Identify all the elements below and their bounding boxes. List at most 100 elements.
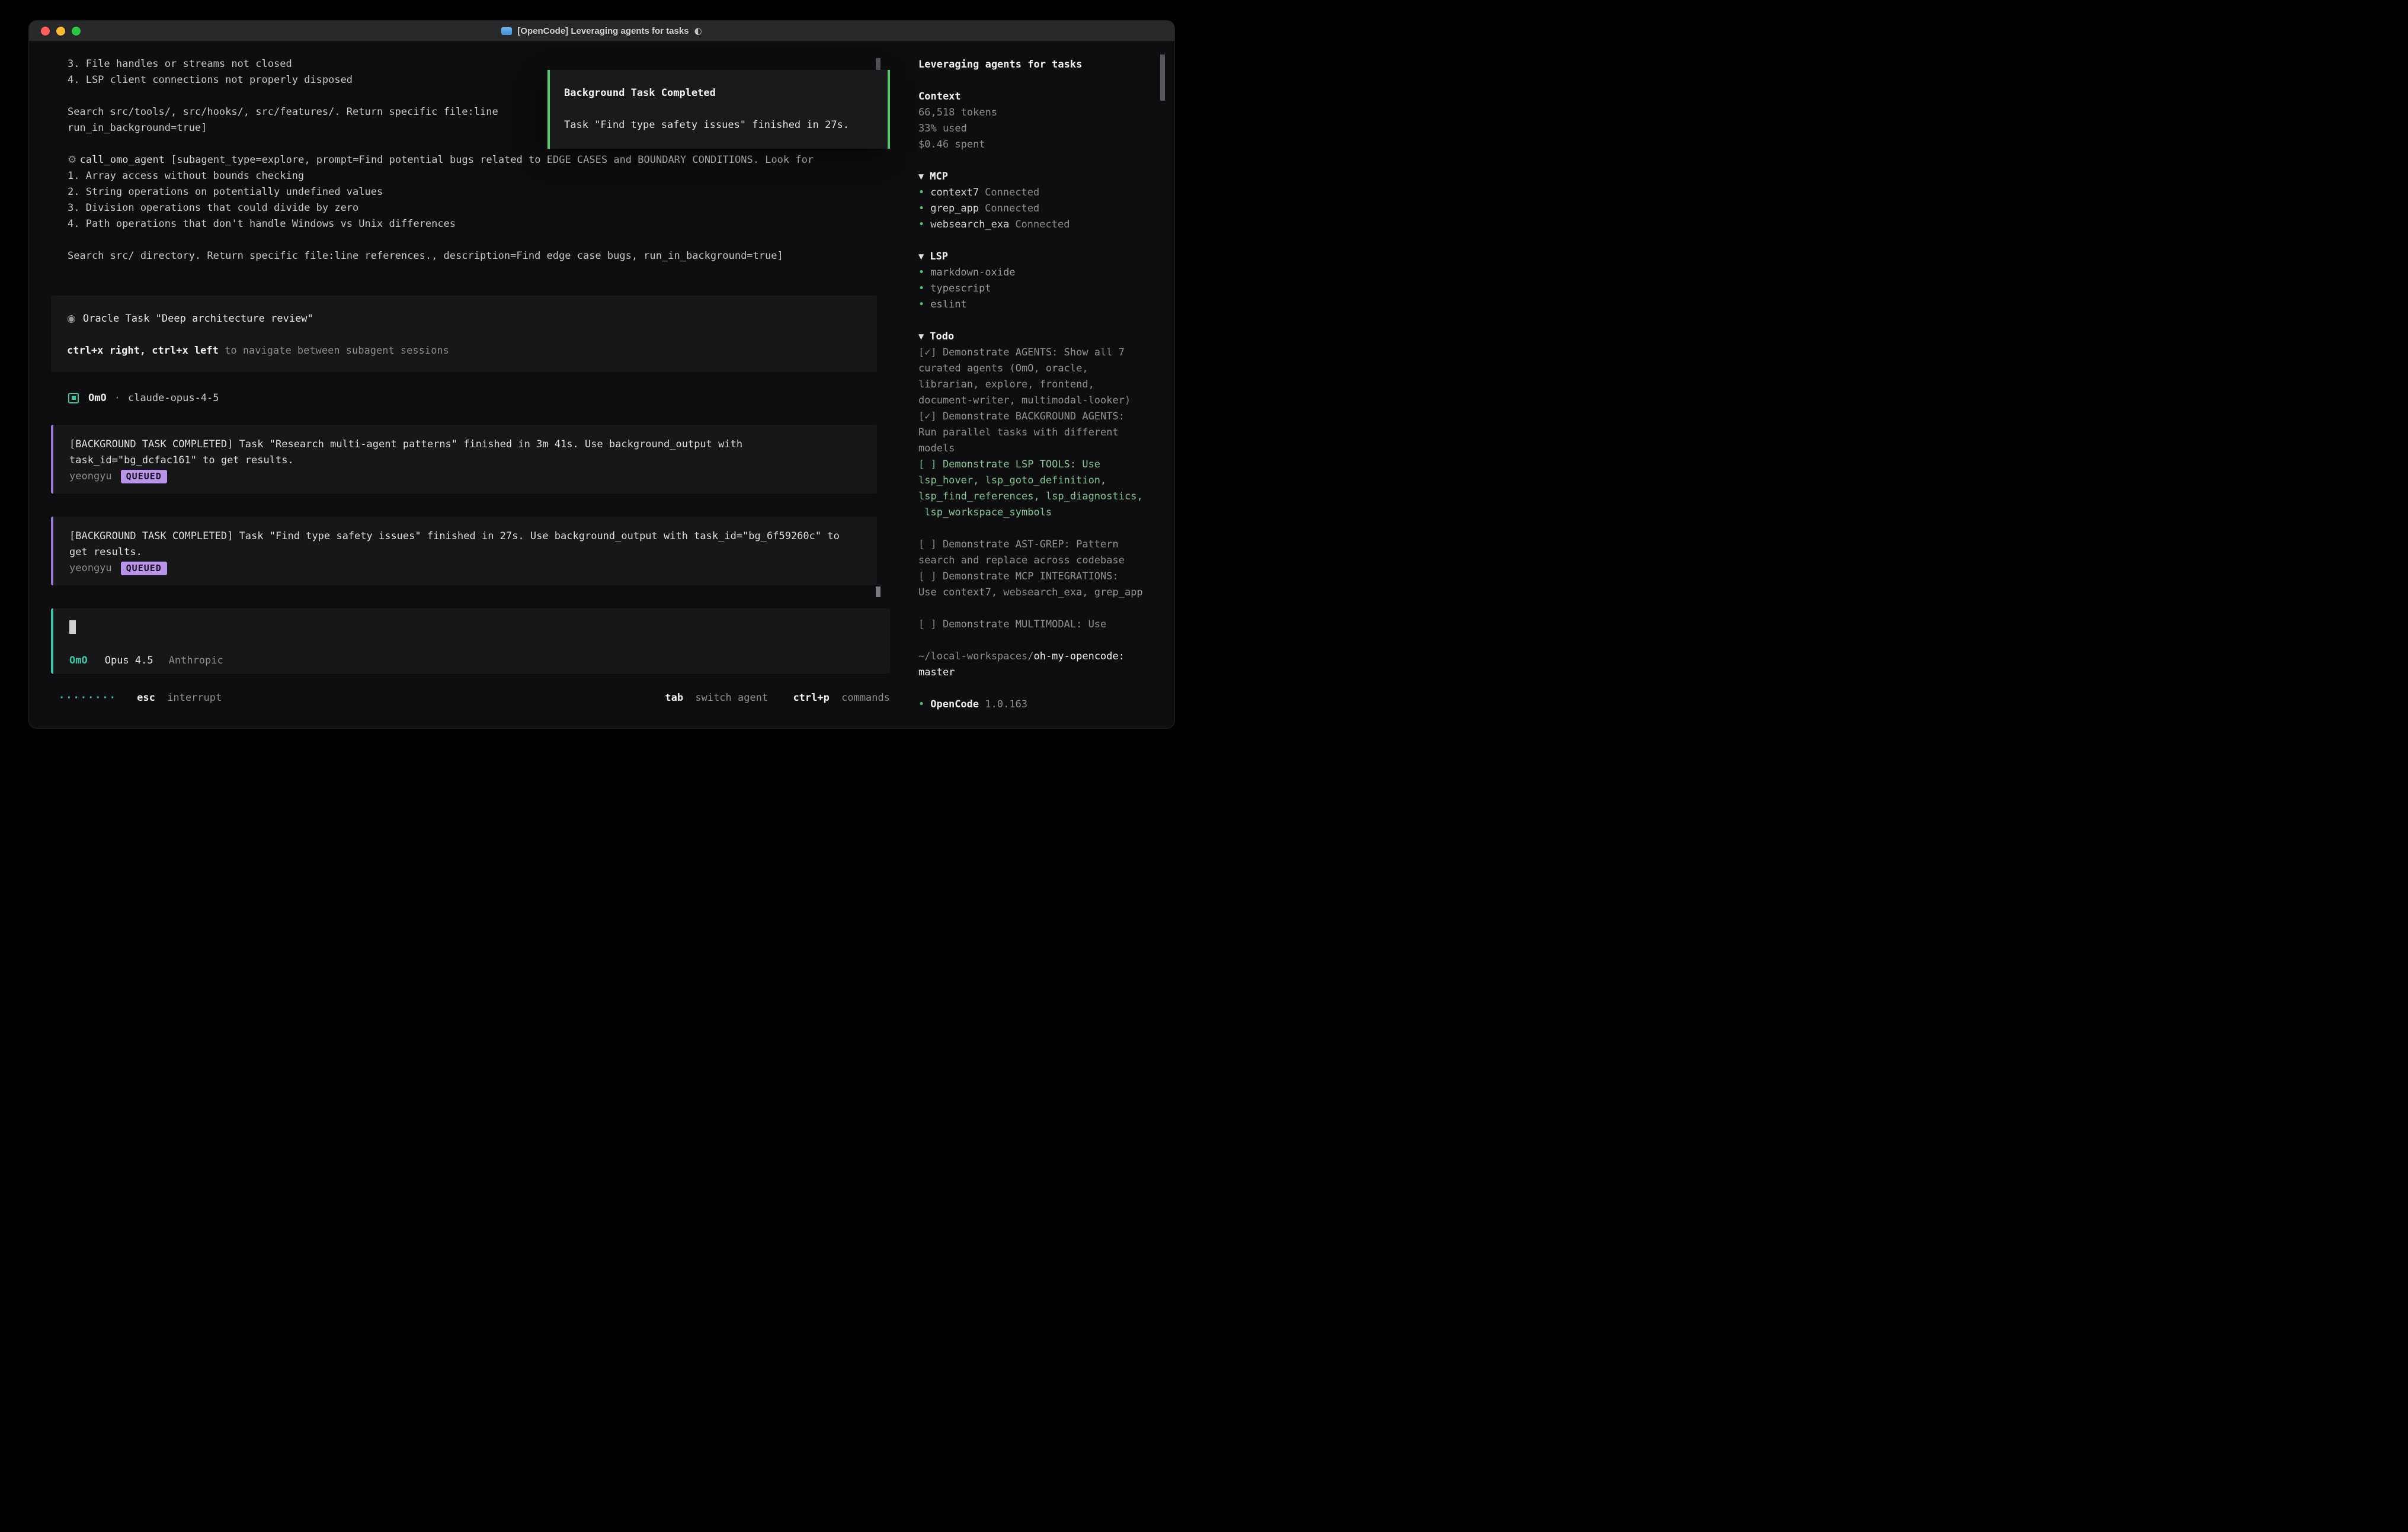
input-provider-name: Anthropic — [169, 655, 223, 666]
todo-item: [ ] Demonstrate MCP INTEGRATIONS:Use con… — [918, 569, 1174, 601]
todo-gap — [918, 601, 1174, 617]
context-heading: Context — [918, 89, 1174, 105]
background-task-toast[interactable]: Background Task Completed Task "Find typ… — [547, 70, 890, 149]
prompt-input[interactable]: OmO Opus 4.5 Anthropic — [51, 608, 890, 674]
lsp-item: •markdown-oxide — [918, 265, 1174, 281]
separator-dot: · — [114, 392, 120, 404]
agent-name: OmO — [88, 392, 107, 404]
gear-icon: ⚙ — [68, 154, 80, 166]
message-text: [BACKGROUND TASK COMPLETED] Task "Find t… — [69, 528, 863, 560]
todo-item: [✓] Demonstrate AGENTS: Show all 7curate… — [918, 345, 1174, 409]
bullet-icon: • — [918, 187, 924, 198]
todo-section-header[interactable]: ▼ Todo — [918, 329, 1174, 345]
scrollbar-marker[interactable] — [876, 586, 880, 597]
message-list: [BACKGROUND TASK COMPLETED] Task "Resear… — [29, 425, 890, 585]
mcp-server-name: context7 — [930, 187, 979, 198]
text-cursor — [69, 620, 76, 634]
close-window-button[interactable] — [41, 27, 50, 36]
mcp-item: •grep_appConnected — [918, 201, 1174, 217]
bullet-icon: • — [918, 283, 924, 294]
context-used: 33% used — [918, 121, 1174, 137]
todo-line: document-writer, multimodal-looker) — [918, 393, 1174, 409]
tab-key-hint: tab — [665, 692, 683, 704]
lsp-heading-label: LSP — [930, 251, 948, 262]
todo-line: [ ] Demonstrate AST-GREP: Pattern — [918, 537, 1174, 553]
message-footer: yeongyuQUEUED — [69, 469, 863, 485]
mcp-server-name: grep_app — [930, 203, 979, 214]
opencode-window: [OpenCode] Leveraging agents for tasks ◐… — [28, 20, 1175, 729]
todo-line: search and replace across codebase — [918, 553, 1174, 569]
output-line: 2. String operations on potentially unde… — [68, 184, 890, 200]
tool-call-line: ⚙ call_omo_agent [subagent_type=explore,… — [68, 152, 890, 168]
status-right: tab switch agent ctrl+p commands — [665, 692, 890, 704]
todo-list: [✓] Demonstrate AGENTS: Show all 7curate… — [918, 345, 1174, 633]
session-progress-icon: ◐ — [694, 25, 702, 36]
lsp-section-header[interactable]: ▼LSP — [918, 249, 1174, 265]
todo-line: [ ] Demonstrate LSP TOOLS: Use — [918, 457, 1174, 473]
lsp-item: •eslint — [918, 297, 1174, 313]
mcp-item: •websearch_exaConnected — [918, 217, 1174, 233]
chevron-down-icon: ▼ — [918, 332, 924, 341]
chevron-down-icon: ▼ — [918, 172, 924, 181]
git-branch: master — [918, 665, 1174, 681]
lsp-list: •markdown-oxide•typescript•eslint — [918, 265, 1174, 313]
ctrlp-key-label: commands — [841, 692, 890, 704]
window-titlebar[interactable]: [OpenCode] Leveraging agents for tasks ◐ — [29, 21, 1174, 41]
record-icon: ◉ — [67, 313, 76, 325]
workspace-path: ~/local-workspaces/oh-my-opencode: — [918, 649, 1174, 665]
lsp-server-name: eslint — [930, 299, 966, 310]
workspace-path-prefix: ~/local-workspaces/ — [918, 650, 1033, 662]
subagent-nav-keys: ctrl+x right, ctrl+x left — [67, 345, 219, 357]
todo-line: lsp_find_references, lsp_diagnostics, — [918, 489, 1174, 505]
opencode-version-line: •OpenCode 1.0.163 — [918, 697, 1174, 713]
ctrlp-key-hint: ctrl+p — [793, 692, 829, 704]
todo-gap — [918, 521, 1174, 537]
sidebar-scrollbar-thumb[interactable] — [1160, 55, 1165, 101]
subagent-nav-text: to navigate between subagent sessions — [219, 345, 449, 357]
oracle-task-panel: ◉Oracle Task "Deep architecture review" … — [51, 296, 877, 372]
bullet-icon: • — [918, 203, 924, 214]
background-task-message: [BACKGROUND TASK COMPLETED] Task "Find t… — [51, 517, 877, 585]
window-controls — [41, 21, 81, 41]
input-cursor-row[interactable] — [69, 618, 876, 637]
subagent-navigation-hint: ctrl+x right, ctrl+x left to navigate be… — [67, 343, 863, 359]
todo-item: [ ] Demonstrate AST-GREP: Patternsearch … — [918, 537, 1174, 569]
todo-line: [✓] Demonstrate AGENTS: Show all 7 — [918, 345, 1174, 361]
mcp-list: •context7Connected•grep_appConnected•web… — [918, 185, 1174, 233]
message-text: [BACKGROUND TASK COMPLETED] Task "Resear… — [69, 437, 863, 469]
output-line — [68, 232, 890, 248]
output-line: 1. Array access without bounds checking — [68, 168, 890, 184]
mcp-server-name: websearch_exa — [930, 219, 1009, 230]
toast-title: Background Task Completed — [564, 85, 873, 101]
terminal-tab-icon — [501, 27, 512, 35]
todo-line: models — [918, 441, 1174, 457]
status-bar: ········ esc interrupt tab switch agent … — [59, 690, 890, 706]
conversation-pane: 3. File handles or streams not closed4. … — [29, 41, 890, 728]
todo-item: [ ] Demonstrate LSP TOOLS: Uselsp_hover,… — [918, 457, 1174, 521]
bullet-icon: • — [918, 219, 924, 230]
bullet-icon: • — [918, 267, 924, 278]
session-title: Leveraging agents for tasks — [918, 57, 1174, 73]
todo-line: [✓] Demonstrate BACKGROUND AGENTS: — [918, 409, 1174, 425]
input-agent-name[interactable]: OmO — [69, 655, 88, 666]
mcp-server-status: Connected — [985, 187, 1039, 198]
window-title: [OpenCode] Leveraging agents for tasks ◐ — [501, 25, 702, 36]
mcp-section-header[interactable]: ▼ MCP — [918, 169, 1174, 185]
todo-heading-label: Todo — [930, 331, 954, 342]
workspace-repo-name: oh-my-opencode: — [1033, 650, 1125, 662]
status-left: ········ esc interrupt — [59, 692, 222, 704]
todo-item: [✓] Demonstrate BACKGROUND AGENTS:Run pa… — [918, 409, 1174, 457]
todo-line: curated agents (OmO, oracle, — [918, 361, 1174, 377]
minimize-window-button[interactable] — [56, 27, 65, 36]
queued-badge: QUEUED — [121, 562, 167, 575]
todo-item: [ ] Demonstrate MULTIMODAL: Use — [918, 617, 1174, 633]
zoom-window-button[interactable] — [72, 27, 81, 36]
opencode-version-number: 1.0.163 — [985, 698, 1027, 710]
lsp-server-name: typescript — [930, 283, 991, 294]
input-model-name[interactable]: Opus 4.5 — [105, 655, 153, 666]
output-line: 4. Path operations that don't handle Win… — [68, 216, 890, 232]
background-task-message: [BACKGROUND TASK COMPLETED] Task "Resear… — [51, 425, 877, 493]
mcp-heading-label: MCP — [930, 171, 948, 182]
esc-key-label: interrupt — [167, 692, 222, 704]
spinner-dots: ········ — [59, 692, 117, 704]
